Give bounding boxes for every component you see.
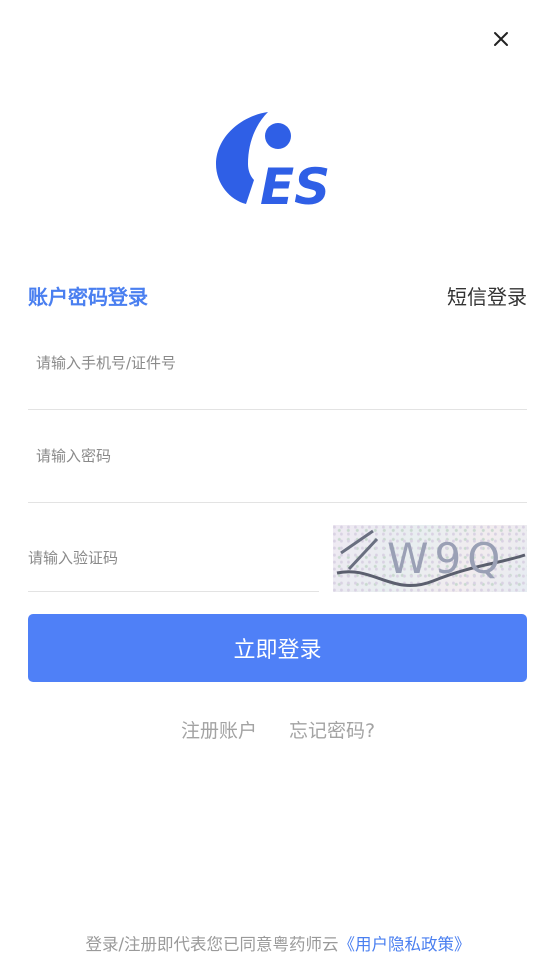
register-link[interactable]: 注册账户 xyxy=(181,716,257,743)
close-icon xyxy=(494,32,508,46)
svg-text:W9Q: W9Q xyxy=(387,534,506,583)
tab-password-login[interactable]: 账户密码登录 xyxy=(28,281,148,310)
svg-text:ES: ES xyxy=(260,158,330,210)
forgot-password-link[interactable]: 忘记密码? xyxy=(289,716,375,743)
account-input[interactable] xyxy=(28,317,527,409)
login-page: ES 账户密码登录 短信登录 W9Q 立即登录 注册账户 忘记密码? 登录/注册… xyxy=(0,0,556,974)
captcha-field-row xyxy=(28,525,319,592)
login-button[interactable]: 立即登录 xyxy=(28,614,527,682)
privacy-policy-link[interactable]: 《用户隐私政策》 xyxy=(339,935,471,954)
agreement-prefix: 登录/注册即代表您已同意粤药师云 xyxy=(85,935,339,954)
captcha-image[interactable]: W9Q xyxy=(333,525,527,592)
agreement-text: 登录/注册即代表您已同意粤药师云《用户隐私政策》 xyxy=(0,931,556,955)
auth-links: 注册账户 忘记密码? xyxy=(0,716,556,743)
password-field-row xyxy=(28,410,527,503)
app-logo: ES xyxy=(210,106,350,216)
password-input[interactable] xyxy=(28,410,527,502)
tab-sms-login[interactable]: 短信登录 xyxy=(447,281,527,310)
close-button[interactable] xyxy=(486,24,516,54)
captcha-input[interactable] xyxy=(28,525,319,591)
account-field-row xyxy=(28,317,527,410)
